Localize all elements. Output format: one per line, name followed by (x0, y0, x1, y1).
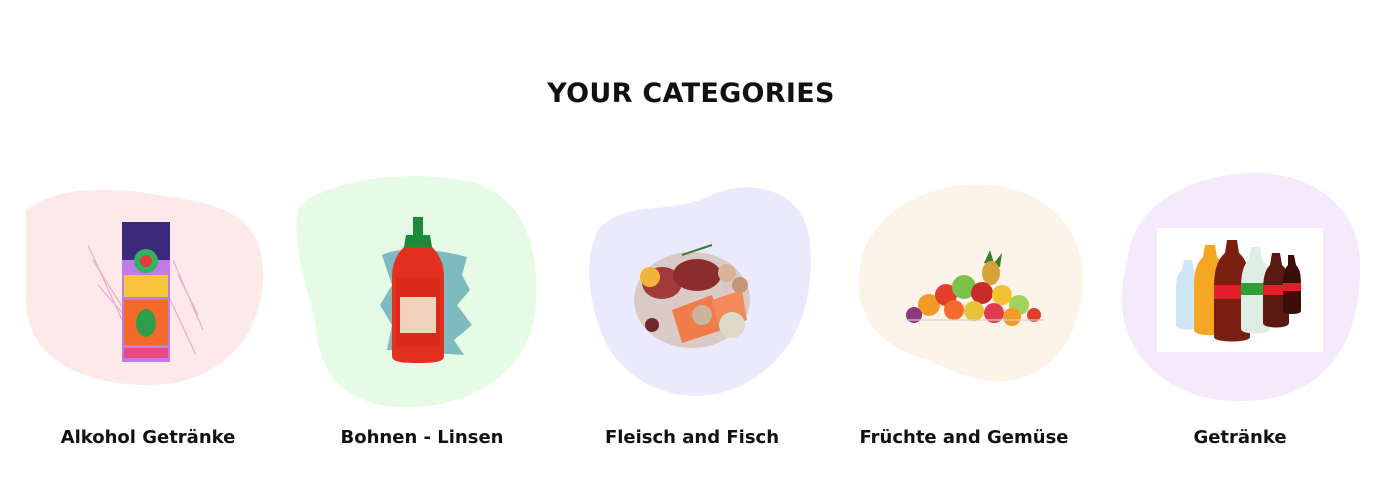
category-card-bohnen-linsen[interactable]: Bohnen - Linsen (292, 165, 552, 465)
soda-bottles-icon (1157, 228, 1323, 352)
category-label: Alkohol Getränke (60, 427, 236, 448)
category-card-alkohol-getraenke[interactable]: Alkohol Getränke (18, 165, 278, 465)
category-label: Früchte and Gemüse (859, 427, 1069, 448)
category-label: Fleisch and Fisch (604, 427, 780, 448)
sriracha-bottle-icon (380, 217, 472, 363)
category-card-fleisch-fisch[interactable]: Fleisch and Fisch (562, 165, 822, 465)
meat-fish-icon (634, 244, 750, 348)
fruit-pile-icon (906, 250, 1044, 326)
category-card-getraenke[interactable]: Getränke (1110, 165, 1370, 465)
section-title: YOUR CATEGORIES (547, 78, 835, 109)
beverage-box-icon (87, 222, 204, 362)
category-card-fruechte-gemuese[interactable]: Früchte and Gemüse (834, 165, 1094, 465)
category-label: Bohnen - Linsen (340, 427, 504, 448)
category-label: Getränke (1193, 427, 1287, 448)
